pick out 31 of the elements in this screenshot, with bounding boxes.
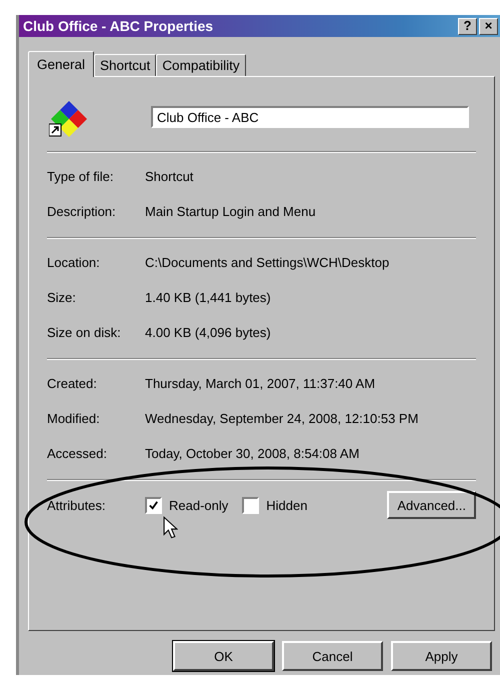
window-title: Club Office - ABC Properties: [23, 18, 214, 34]
field-value: Main Startup Login and Menu: [145, 204, 316, 219]
dialog-button[interactable]: Cancel: [282, 641, 383, 671]
field-label: Attributes:: [47, 498, 107, 512]
field-label: Description:: [47, 204, 117, 219]
dialog-button[interactable]: OK: [173, 641, 274, 671]
tab[interactable]: Shortcut: [94, 54, 156, 76]
field-value: C:\Documents and Settings\WCH\Desktop: [145, 255, 390, 270]
field-value: Today, October 30, 2008, 8:54:08 AM: [145, 446, 360, 461]
field-label: Size:: [47, 290, 77, 305]
checkbox[interactable]: Hidden: [242, 496, 308, 514]
field-label: Accessed:: [47, 446, 108, 461]
field-value: Wednesday, September 24, 2008, 12:10:53 PM: [145, 411, 418, 426]
field-value: 1.40 KB (1,441 bytes): [145, 290, 271, 305]
field-value: 4.00 KB (4,096 bytes): [145, 325, 271, 340]
mouse-pointer-icon: [163, 516, 178, 540]
advanced-button[interactable]: Advanced...: [387, 491, 476, 519]
field-label: Location:: [47, 255, 101, 270]
field-label: Type of file:: [47, 169, 114, 184]
field-label: Created:: [47, 376, 98, 391]
help-button[interactable]: ?: [458, 18, 477, 34]
field-label: Modified:: [47, 411, 101, 426]
close-button[interactable]: ×: [479, 18, 498, 34]
field-label: Size on disk:: [47, 325, 122, 340]
checkbox[interactable]: Read-only: [145, 496, 228, 514]
field-value: Shortcut: [145, 169, 194, 184]
name-field[interactable]: Club Office - ABC: [151, 106, 469, 128]
tab[interactable]: Compatibility: [156, 54, 246, 76]
tab[interactable]: General: [28, 51, 94, 77]
dialog-button[interactable]: Apply: [391, 641, 492, 671]
field-value: Thursday, March 01, 2007, 11:37:40 AM: [145, 376, 376, 391]
